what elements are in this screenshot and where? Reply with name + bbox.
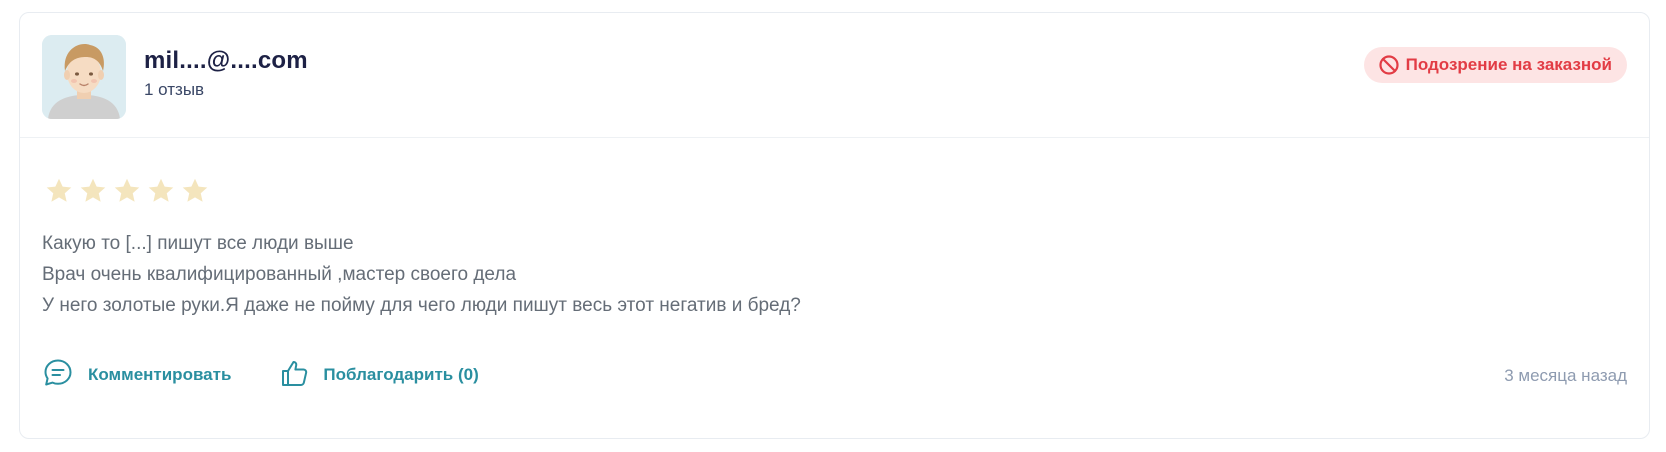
review-timestamp: 3 месяца назад — [1504, 366, 1627, 385]
star-icon — [114, 178, 140, 202]
star-icon — [46, 178, 72, 202]
avatar — [42, 35, 126, 119]
thank-button[interactable]: Поблагодарить (0) — [279, 357, 479, 394]
user-name: mil....@....com — [144, 47, 308, 74]
ban-icon — [1378, 54, 1400, 76]
review-header: mil....@....com 1 отзыв Подозрение на за… — [20, 13, 1649, 138]
badge-label: Подозрение на заказной — [1405, 55, 1612, 74]
thank-label: Поблагодарить (0) — [323, 365, 479, 384]
review-text-line: У него золотые руки.Я даже не пойму для … — [42, 295, 801, 316]
review-actions: Комментировать Поблагодарить (0) — [42, 357, 479, 393]
comment-label: Комментировать — [88, 365, 232, 384]
thumbs-up-icon — [279, 357, 311, 394]
review-text-line: Врач очень квалифицированный ,мастер сво… — [42, 264, 517, 285]
comment-icon — [42, 357, 74, 394]
review-text: Какую то [...] пишут все люди выше Врач … — [42, 228, 801, 321]
review-card: mil....@....com 1 отзыв Подозрение на за… — [19, 12, 1650, 439]
review-count: 1 отзыв — [144, 80, 205, 99]
star-icon — [80, 178, 106, 202]
review-text-line: Какую то [...] пишут все люди выше — [42, 233, 354, 254]
star-icon — [182, 178, 208, 202]
suspicion-badge: Подозрение на заказной — [1363, 47, 1627, 83]
rating-stars — [44, 176, 210, 206]
comment-button[interactable]: Комментировать — [42, 357, 231, 394]
star-icon — [148, 178, 174, 202]
